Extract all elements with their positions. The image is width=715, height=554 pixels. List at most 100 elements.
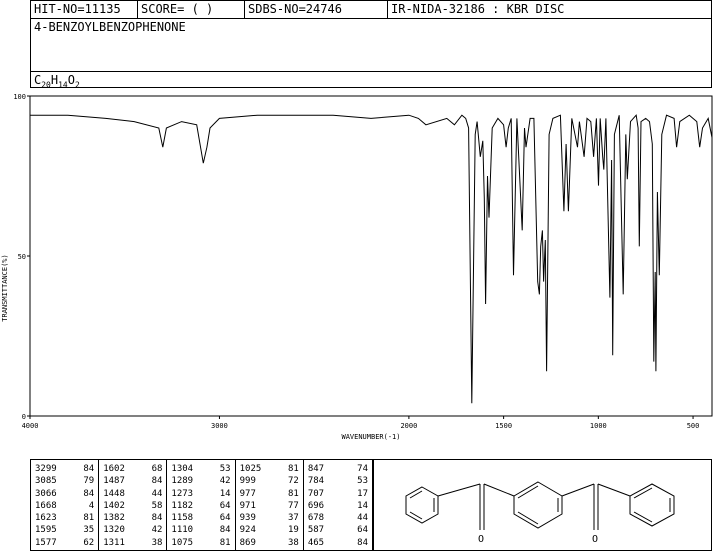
plot-frame <box>29 95 713 417</box>
peak-intensity: 17 <box>357 488 369 499</box>
peak-wavenumber: 999 <box>239 476 256 487</box>
peak-row: 1289 42 <box>167 475 234 487</box>
peak-row: 1668 4 <box>31 500 98 512</box>
formula-element: O <box>67 73 75 87</box>
x-tick-label: 4000 <box>22 422 39 430</box>
peak-wavenumber: 939 <box>239 513 256 524</box>
peak-row: 784 53 <box>304 475 372 487</box>
peak-row: 1623 81 <box>31 512 98 524</box>
peak-row: 939 37 <box>236 512 303 524</box>
peak-intensity: 81 <box>287 464 299 474</box>
peak-row: 1075 81 <box>167 537 234 549</box>
peak-wavenumber: 1382 <box>103 513 125 524</box>
peak-intensity: 64 <box>219 513 231 524</box>
peak-intensity: 72 <box>287 476 299 487</box>
peak-intensity: 44 <box>151 488 163 499</box>
peak-table: 3299 84 3085 79 3066 84 1668 4 1623 81 1595 35 1577 6… <box>30 459 373 551</box>
x-axis-label: WAVENUMBER(-1) <box>341 433 400 441</box>
peak-wavenumber: 977 <box>239 488 256 499</box>
peak-row: 678 44 <box>304 512 372 524</box>
peak-intensity: 14 <box>357 500 369 511</box>
peak-row: 1595 35 <box>31 524 98 536</box>
peak-wavenumber: 1304 <box>171 464 194 474</box>
peak-intensity: 84 <box>83 488 95 499</box>
peak-wavenumber: 1595 <box>35 525 57 536</box>
peak-wavenumber: 3299 <box>35 464 57 474</box>
score-field: SCORE= ( ) <box>138 1 245 18</box>
peak-intensity: 42 <box>151 525 163 536</box>
peak-wavenumber: 465 <box>307 537 325 548</box>
peak-intensity: 64 <box>219 500 231 511</box>
peak-row: 977 81 <box>236 488 303 500</box>
peak-intensity: 81 <box>287 488 299 499</box>
peak-intensity: 42 <box>219 476 231 487</box>
x-tick-label: 1000 <box>590 422 607 430</box>
peak-wavenumber: 1577 <box>35 537 57 548</box>
peak-intensity: 77 <box>287 500 299 511</box>
structure-panel: O O <box>373 459 712 551</box>
peak-wavenumber: 1158 <box>171 513 194 524</box>
peak-row: 924 19 <box>236 524 303 536</box>
benzene-ring-right <box>629 483 675 527</box>
peak-intensity: 53 <box>357 476 369 487</box>
peak-wavenumber: 678 <box>307 513 325 524</box>
peak-wavenumber: 1602 <box>103 464 125 474</box>
peak-wavenumber: 587 <box>307 525 325 536</box>
peak-intensity: 4 <box>88 500 95 511</box>
peak-intensity: 84 <box>151 476 163 487</box>
peak-row: 1448 44 <box>99 488 166 500</box>
y-axis: 0 50 100 <box>13 93 30 421</box>
header-row: HIT-NO=11135 SCORE= ( ) SDBS-NO=24746 IR… <box>31 1 711 19</box>
peak-wavenumber: 1623 <box>35 513 57 524</box>
y-tick-label: 50 <box>18 253 26 261</box>
compound-name: 4-BENZOYLBENZOPHENONE <box>34 20 186 34</box>
peak-wavenumber: 1025 <box>239 464 262 474</box>
peak-wavenumber: 1487 <box>103 476 125 487</box>
peak-intensity: 38 <box>151 537 163 548</box>
peak-wavenumber: 1289 <box>171 476 194 487</box>
peak-intensity: 35 <box>83 525 95 536</box>
x-tick-label: 1500 <box>495 422 512 430</box>
benzene-ring-middle <box>513 481 563 529</box>
benzene-ring-left <box>405 486 439 524</box>
ir-nida-number: IR-NIDA-32186 : KBR DISC <box>391 2 565 16</box>
peak-intensity: 84 <box>219 525 231 536</box>
ir-spectrum-chart: 0 50 100 4000 3000 2000 1500 1000 500 TRANSMITT… <box>1 93 713 441</box>
peak-row: 3066 84 <box>31 488 98 500</box>
oxygen-label: O <box>478 534 484 545</box>
peak-intensity: 84 <box>83 464 95 474</box>
y-axis-label: TRANSMITTANCE(%) <box>1 254 9 321</box>
peak-row: 869 38 <box>236 537 303 549</box>
peak-wavenumber: 1402 <box>103 500 125 511</box>
peak-column: 1025 81 999 72 977 81 971 77 939 37 924 19 869 38 <box>236 460 304 550</box>
x-tick-label: 500 <box>687 422 700 430</box>
peak-intensity: 84 <box>151 513 163 524</box>
molecule-structure: O O <box>405 481 675 545</box>
peak-row: 3299 84 <box>31 463 98 475</box>
peak-row: 1402 58 <box>99 500 166 512</box>
peak-row: 1158 64 <box>167 512 234 524</box>
peak-row: 587 64 <box>304 524 372 536</box>
peak-intensity: 68 <box>151 464 163 474</box>
peak-row: 1487 84 <box>99 475 166 487</box>
peak-wavenumber: 847 <box>307 464 325 474</box>
peak-wavenumber: 869 <box>239 537 256 548</box>
peak-wavenumber: 1320 <box>103 525 125 536</box>
peak-intensity: 58 <box>151 500 163 511</box>
peak-intensity: 38 <box>287 537 299 548</box>
peak-column: 3299 84 3085 79 3066 84 1668 4 1623 81 1595 35 1577 6… <box>31 460 100 550</box>
peak-intensity: 53 <box>219 464 231 474</box>
peak-row: 696 14 <box>304 500 372 512</box>
x-axis: 4000 3000 2000 1500 1000 500 <box>22 416 700 430</box>
peak-intensity: 19 <box>287 525 299 536</box>
peak-wavenumber: 696 <box>307 500 325 511</box>
peak-wavenumber: 924 <box>239 525 256 536</box>
oxygen-label: O <box>592 534 598 545</box>
peak-intensity: 74 <box>357 464 369 474</box>
peak-intensity: 64 <box>357 525 369 536</box>
peak-wavenumber: 784 <box>307 476 325 487</box>
peak-intensity: 84 <box>357 537 369 548</box>
hit-number: HIT-NO=11135 <box>31 1 138 18</box>
y-tick-label: 0 <box>22 413 26 421</box>
peak-row: 1602 68 <box>99 463 166 475</box>
